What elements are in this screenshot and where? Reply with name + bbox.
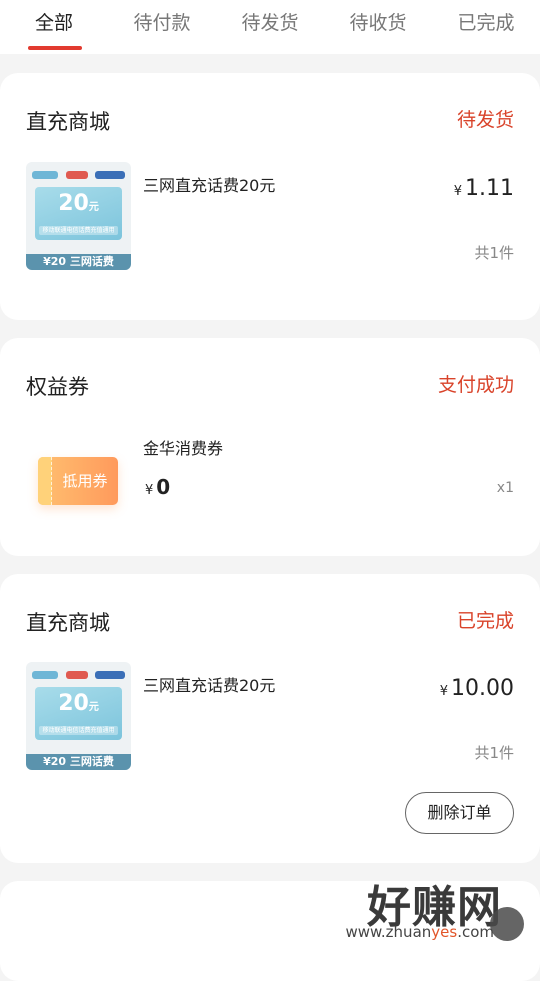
product-thumbnail[interactable]: 20元 移动联通电信话费充值通用 ¥20 三网话费 <box>26 162 131 270</box>
recharge-caption: 移动联通电信话费充值通用 <box>39 726 118 735</box>
product-thumbnail[interactable]: 20元 移动联通电信话费充值通用 ¥20 三网话费 <box>26 662 131 770</box>
product-quantity: 共1件 <box>474 742 514 763</box>
tab-pending-payment[interactable]: 待付款 <box>117 8 207 35</box>
china-mobile-logo-icon <box>32 171 58 179</box>
active-tab-indicator <box>28 46 82 50</box>
watermark-url: www.zhuanyes.com <box>345 923 494 941</box>
product-name[interactable]: 三网直充话费20元 <box>143 672 275 696</box>
product-price: ¥1.11 <box>454 176 514 201</box>
tab-pending-receipt[interactable]: 待收货 <box>333 8 423 35</box>
order-card[interactable]: 直充商城 已完成 20元 移动联通电信话费充值通用 ¥20 三网话费 三网直充话… <box>0 574 540 863</box>
product-quantity: x1 <box>497 480 514 496</box>
product-quantity: 共1件 <box>474 242 514 263</box>
order-status: 支付成功 <box>438 370 514 397</box>
recharge-bar-label: ¥20 三网话费 <box>26 254 131 270</box>
china-unicom-logo-icon <box>66 171 88 179</box>
recharge-card-panel: 20元 移动联通电信话费充值通用 <box>35 687 122 740</box>
coupon-icon[interactable]: 抵用券 <box>38 457 118 505</box>
shop-name: 直充商城 <box>26 607 110 637</box>
order-status: 已完成 <box>457 606 514 633</box>
recharge-card-panel: 20元 移动联通电信话费充值通用 <box>35 187 122 240</box>
tab-pending-shipment[interactable]: 待发货 <box>225 8 315 35</box>
carrier-logos <box>32 668 125 682</box>
tab-all[interactable]: 全部 <box>9 8 99 35</box>
coupon-label: 抵用券 <box>52 457 118 505</box>
product-name[interactable]: 三网直充话费20元 <box>143 172 275 196</box>
site-watermark: 好赚网 www.zhuanyes.com <box>319 871 524 941</box>
carrier-logos <box>32 168 125 182</box>
shop-name: 权益券 <box>26 371 89 401</box>
shop-name: 直充商城 <box>26 106 110 136</box>
coupon-stub <box>38 457 52 505</box>
product-price: ¥10.00 <box>440 676 514 701</box>
product-name[interactable]: 金华消费券 <box>143 435 223 459</box>
order-card[interactable]: 权益券 支付成功 抵用券 金华消费券 ¥0 x1 <box>0 338 540 556</box>
recharge-bar-label: ¥20 三网话费 <box>26 754 131 770</box>
product-price: ¥0 <box>145 475 170 499</box>
watermark-badge-icon <box>490 907 524 941</box>
china-unicom-logo-icon <box>66 671 88 679</box>
tab-completed[interactable]: 已完成 <box>441 8 531 35</box>
order-card[interactable]: 直充商城 待发货 20元 移动联通电信话费充值通用 ¥20 三网话费 三网直充话… <box>0 73 540 320</box>
order-status: 待发货 <box>457 105 514 132</box>
china-telecom-logo-icon <box>95 171 125 179</box>
recharge-amount: 20元 <box>35 691 122 716</box>
china-telecom-logo-icon <box>95 671 125 679</box>
china-mobile-logo-icon <box>32 671 58 679</box>
recharge-amount: 20元 <box>35 191 122 216</box>
delete-order-button[interactable]: 删除订单 <box>405 792 514 834</box>
recharge-caption: 移动联通电信话费充值通用 <box>39 226 118 235</box>
order-tabs: 全部 待付款 待发货 待收货 已完成 <box>0 0 540 54</box>
